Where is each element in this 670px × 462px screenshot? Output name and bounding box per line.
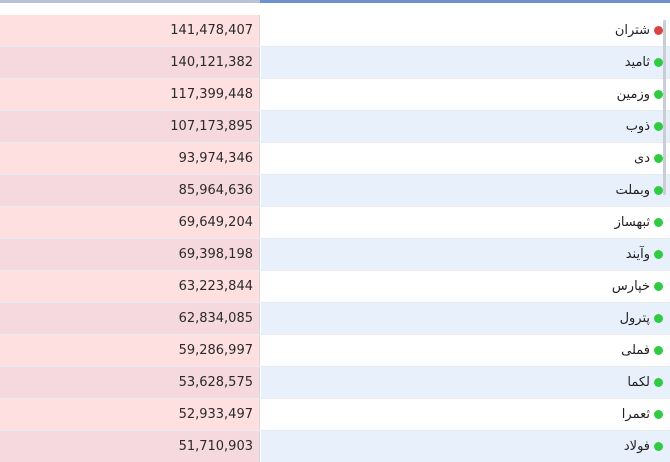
value-cell: 63,223,844	[0, 271, 260, 302]
symbol-name[interactable]: دی	[634, 151, 650, 166]
symbol-cell[interactable]: لکما	[261, 367, 670, 398]
symbol-name[interactable]: پترول	[620, 311, 650, 326]
table-row[interactable]: 117,399,448 وزمین	[0, 78, 670, 110]
table-row[interactable]: 51,710,903 فولاد	[0, 430, 670, 462]
table-row[interactable]: 93,974,346 دی	[0, 142, 670, 174]
table-row[interactable]: 107,173,895 ذوب	[0, 110, 670, 142]
value-cell: 51,710,903	[0, 431, 260, 462]
symbol-name[interactable]: فملی	[621, 343, 650, 358]
symbol-column-header[interactable]	[260, 0, 670, 3]
symbol-cell[interactable]: شتران	[261, 15, 670, 46]
symbol-name[interactable]: لکما	[627, 375, 650, 390]
value-cell: 140,121,382	[0, 47, 260, 78]
symbol-cell[interactable]: ثعمرا	[261, 399, 670, 430]
symbol-name[interactable]: وزمین	[617, 87, 650, 102]
value-cell: 52,933,497	[0, 399, 260, 430]
symbol-name[interactable]: ثبهساز	[615, 215, 650, 230]
symbol-cell[interactable]: فملی	[261, 335, 670, 366]
symbol-cell[interactable]: دی	[261, 143, 670, 174]
value-cell: 141,478,407	[0, 15, 260, 46]
table-row[interactable]: 141,478,407 شتران	[0, 15, 670, 46]
table-header-strip	[0, 0, 670, 3]
symbol-cell[interactable]: ذوب	[261, 111, 670, 142]
symbol-name[interactable]: وبملت	[616, 183, 650, 198]
value-cell: 107,173,895	[0, 111, 260, 142]
symbol-cell[interactable]: وبملت	[261, 175, 670, 206]
table-row[interactable]: 52,933,497 ثعمرا	[0, 398, 670, 430]
table-row[interactable]: 140,121,382 ثامید	[0, 46, 670, 78]
table-row[interactable]: 85,964,636 وبملت	[0, 174, 670, 206]
symbol-cell[interactable]: خپارس	[261, 271, 670, 302]
value-cell: 85,964,636	[0, 175, 260, 206]
table-row[interactable]: 63,223,844 خپارس	[0, 270, 670, 302]
symbol-name[interactable]: وآیند	[626, 247, 650, 262]
symbol-cell[interactable]: فولاد	[261, 431, 670, 462]
value-cell: 93,974,346	[0, 143, 260, 174]
symbol-cell[interactable]: پترول	[261, 303, 670, 334]
symbol-cell[interactable]: وآیند	[261, 239, 670, 270]
symbol-cell[interactable]: ثبهساز	[261, 207, 670, 238]
symbol-cell[interactable]: ثامید	[261, 47, 670, 78]
value-cell: 62,834,085	[0, 303, 260, 334]
symbol-name[interactable]: ثامید	[625, 55, 650, 70]
symbols-table: 141,478,407 شتران 140,121,382 ثامید 117,…	[0, 15, 670, 462]
table-row[interactable]: 59,286,997 فملی	[0, 334, 670, 366]
scrollbar-thumb[interactable]	[663, 20, 666, 195]
table-row[interactable]: 62,834,085 پترول	[0, 302, 670, 334]
symbol-name[interactable]: خپارس	[612, 279, 650, 294]
table-row[interactable]: 69,649,204 ثبهساز	[0, 206, 670, 238]
value-cell: 69,398,198	[0, 239, 260, 270]
symbol-name[interactable]: ذوب	[626, 119, 650, 134]
value-column-header[interactable]	[0, 0, 260, 3]
value-cell: 69,649,204	[0, 207, 260, 238]
symbol-name[interactable]: فولاد	[624, 439, 650, 454]
value-cell: 59,286,997	[0, 335, 260, 366]
value-cell: 53,628,575	[0, 367, 260, 398]
symbol-name[interactable]: شتران	[615, 23, 650, 38]
table-row[interactable]: 69,398,198 وآیند	[0, 238, 670, 270]
symbol-cell[interactable]: وزمین	[261, 79, 670, 110]
value-cell: 117,399,448	[0, 79, 260, 110]
symbol-name[interactable]: ثعمرا	[622, 407, 650, 422]
table-row[interactable]: 53,628,575 لکما	[0, 366, 670, 398]
